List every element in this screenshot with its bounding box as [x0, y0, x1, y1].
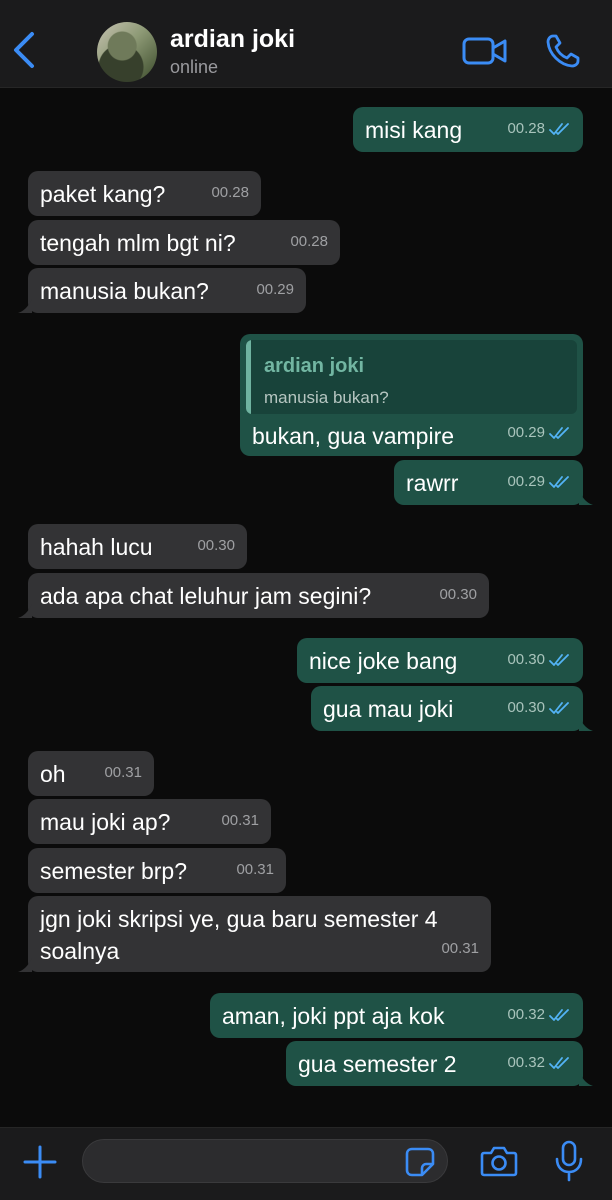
double-check-icon — [549, 123, 569, 135]
message-text: gua semester 2 — [298, 1051, 457, 1077]
bubble-tail — [18, 299, 32, 313]
message-time: 00.28 — [290, 233, 328, 250]
message-incoming[interactable]: jgn joki skripsi ye, gua baru semester 4… — [18, 896, 491, 972]
chat-header: ardian joki online — [0, 0, 612, 88]
message-time: 00.29 — [507, 473, 545, 490]
message-time: 00.28 — [507, 120, 545, 137]
quoted-message[interactable]: ardian joki manusia bukan? — [246, 340, 577, 414]
message-text-line: soalnya — [40, 938, 120, 964]
bubble-tail — [579, 1072, 593, 1086]
message-incoming[interactable]: ada apa chat leluhur jam segini? 00.30 — [18, 573, 489, 618]
message-text: semester brp? — [40, 858, 188, 884]
message-text: tengah mlm bgt ni? — [40, 230, 236, 256]
camera-icon — [480, 1146, 518, 1177]
message-time: 00.28 — [211, 184, 249, 201]
message-time: 00.31 — [236, 861, 274, 878]
message-incoming[interactable]: tengah mlm bgt ni? 00.28 — [28, 220, 340, 265]
bubble-tail — [579, 491, 593, 505]
message-text: misi kang — [365, 117, 463, 143]
contact-name[interactable]: ardian joki — [170, 25, 295, 54]
message-text: mau joki ap? — [40, 809, 171, 835]
composer-bar — [0, 1127, 612, 1200]
message-outgoing-reply[interactable]: ardian joki manusia bukan? bukan, gua va… — [240, 334, 583, 456]
message-text: nice joke bang — [309, 648, 458, 674]
sticker-icon — [405, 1147, 435, 1177]
message-outgoing[interactable]: rawrr 00.29 — [394, 460, 593, 505]
phone-icon — [546, 34, 580, 68]
message-text: oh — [40, 761, 66, 787]
message-text: hahah lucu — [40, 534, 153, 560]
message-incoming[interactable]: mau joki ap? 00.31 — [28, 799, 271, 844]
quoted-text: manusia bukan? — [264, 388, 389, 407]
message-time: 00.32 — [507, 1054, 545, 1071]
double-check-icon — [549, 654, 569, 666]
message-time: 00.29 — [256, 281, 294, 298]
message-text: aman, joki ppt aja kok — [222, 1003, 445, 1029]
message-text: ada apa chat leluhur jam segini? — [40, 583, 372, 609]
message-incoming[interactable]: manusia bukan? 00.29 — [18, 268, 306, 313]
message-text: gua mau joki — [323, 696, 454, 722]
double-check-icon — [549, 702, 569, 714]
quote-bar — [246, 340, 251, 414]
message-outgoing[interactable]: gua semester 2 00.32 — [286, 1041, 593, 1086]
message-outgoing[interactable]: aman, joki ppt aja kok 00.32 — [210, 993, 583, 1038]
message-incoming[interactable]: hahah lucu 00.30 — [28, 524, 247, 569]
plus-icon — [23, 1145, 57, 1179]
message-list[interactable]: misi kang 00.28 paket kang? 00.28 tengah… — [0, 89, 612, 1127]
bubble-tail — [18, 958, 32, 972]
contact-status: online — [170, 57, 219, 77]
message-input[interactable] — [82, 1139, 448, 1183]
message-time: 00.29 — [507, 424, 545, 441]
message-time: 00.30 — [507, 699, 545, 716]
message-time: 00.31 — [104, 764, 142, 781]
voice-note-button[interactable] — [554, 1140, 584, 1182]
message-text: paket kang? — [40, 181, 166, 207]
chevron-left-icon — [14, 32, 34, 68]
message-incoming[interactable]: semester brp? 00.31 — [28, 848, 286, 893]
message-incoming[interactable]: paket kang? 00.28 — [28, 171, 261, 216]
double-check-icon — [549, 1057, 569, 1069]
message-incoming[interactable]: oh 00.31 — [28, 751, 154, 796]
message-text: rawrr — [406, 470, 459, 496]
camera-button[interactable] — [480, 1144, 518, 1178]
message-time: 00.31 — [221, 812, 259, 829]
voice-call-button[interactable] — [545, 33, 581, 69]
sticker-button[interactable] — [404, 1146, 436, 1178]
message-text: manusia bukan? — [40, 278, 209, 304]
video-call-button[interactable] — [462, 36, 508, 66]
double-check-icon — [549, 427, 569, 439]
double-check-icon — [549, 1009, 569, 1021]
video-camera-icon — [462, 37, 507, 65]
message-text-line: jgn joki skripsi ye, gua baru semester 4 — [40, 906, 438, 932]
back-button[interactable] — [10, 30, 42, 70]
avatar[interactable] — [97, 22, 157, 82]
message-text: bukan, gua vampire — [252, 423, 455, 449]
bubble-tail — [579, 717, 593, 731]
microphone-icon — [555, 1140, 583, 1182]
bubble-tail — [18, 604, 32, 618]
quoted-sender: ardian joki — [264, 355, 365, 377]
message-time: 00.30 — [439, 586, 477, 603]
attach-button[interactable] — [22, 1144, 58, 1180]
message-time: 00.30 — [197, 537, 235, 554]
message-time: 00.31 — [441, 940, 479, 957]
double-check-icon — [549, 476, 569, 488]
message-outgoing[interactable]: gua mau joki 00.30 — [311, 686, 593, 731]
message-time: 00.32 — [507, 1006, 545, 1023]
message-outgoing[interactable]: nice joke bang 00.30 — [297, 638, 583, 683]
message-time: 00.30 — [507, 651, 545, 668]
message-outgoing[interactable]: misi kang 00.28 — [353, 107, 583, 152]
